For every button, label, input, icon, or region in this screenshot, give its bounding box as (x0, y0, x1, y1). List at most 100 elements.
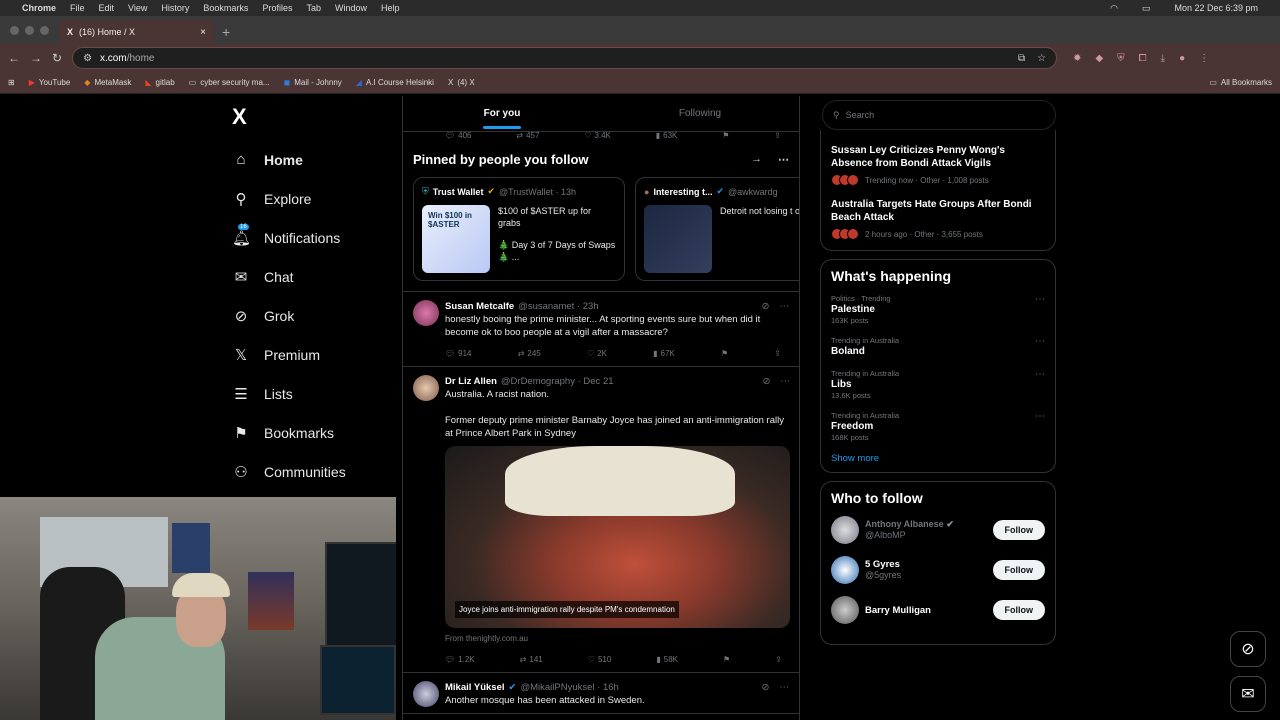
follow-button[interactable]: Follow (992, 600, 1045, 620)
extension-icon[interactable]: ✹ (1073, 53, 1081, 64)
puzzle-icon[interactable]: ⧠ (1139, 53, 1147, 64)
bookmark-icon[interactable]: ⚑ (721, 347, 728, 360)
tweet[interactable]: Dr Liz Allen @DrDemography · Dec 21 ⊘ ⋯ Aus… (403, 367, 799, 673)
minimize-window-button[interactable] (25, 25, 34, 35)
avatar[interactable] (413, 300, 439, 326)
pinned-card[interactable]: ⛨ Trust Wallet ✔ @TrustWallet · 13h Win $10… (413, 177, 625, 281)
news-item[interactable]: Australia Targets Hate Groups After Bond… (831, 198, 1045, 240)
grok-icon[interactable]: ⊘ (762, 681, 770, 694)
nav-notifications[interactable]: 🔔︎ 16 Notifications (222, 218, 400, 257)
like-button[interactable]: ♡ 3.4K (584, 131, 611, 140)
new-tab-button[interactable]: + (222, 24, 230, 40)
avatar[interactable] (413, 681, 439, 707)
follow-suggestion[interactable]: 5 Gyres @5gyres Follow (831, 556, 1045, 584)
news-item[interactable]: Sussan Ley Criticizes Penny Wong's Absen… (831, 144, 1045, 186)
bookmark-cyber-security[interactable]: ▭ cyber security ma... (189, 78, 270, 87)
link-source[interactable]: From thenightly.com.au (445, 632, 790, 645)
menu-profiles[interactable]: Profiles (262, 3, 292, 13)
forward-icon[interactable]: → (30, 51, 42, 65)
apps-grid-icon[interactable]: ⊞ (8, 78, 15, 87)
trend-item[interactable]: Trending in Australia Boland ⋯ (831, 336, 1045, 358)
more-icon[interactable]: ⋯ (1035, 336, 1045, 358)
back-icon[interactable]: ← (8, 51, 20, 65)
reload-icon[interactable]: ↻ (52, 51, 62, 65)
menu-file[interactable]: File (70, 3, 85, 13)
maximize-window-button[interactable] (40, 25, 49, 35)
more-icon[interactable]: ⋯ (1035, 294, 1045, 325)
like-button[interactable]: ♡ 2K (587, 347, 607, 360)
more-icon[interactable]: ⋯ (1035, 369, 1045, 400)
all-bookmarks[interactable]: ▭ All Bookmarks (1209, 78, 1272, 87)
nav-home[interactable]: ⌂ Home (222, 140, 400, 179)
tweet-author[interactable]: Dr Liz Allen (445, 375, 497, 388)
tweet-author[interactable]: Mikail Yüksel (445, 681, 505, 694)
avatar[interactable] (831, 596, 859, 624)
avatar[interactable] (831, 516, 859, 544)
bookmark-metamask[interactable]: ◆ MetaMask (84, 78, 131, 87)
clock[interactable]: Mon 22 Dec 6:39 pm (1174, 3, 1258, 13)
more-icon[interactable]: ⋯ (780, 681, 790, 694)
tab-following[interactable]: Following (601, 96, 799, 131)
repost-button[interactable]: ⇄ 457 (516, 131, 539, 140)
search-input[interactable]: ⚲ Search (822, 100, 1056, 130)
install-icon[interactable]: ⧉ (1018, 53, 1025, 64)
metamask-extension-icon[interactable]: ◆ (1095, 53, 1103, 64)
menu-history[interactable]: History (161, 3, 189, 13)
trend-item[interactable]: Politics · Trending Palestine 163K posts ⋯ (831, 294, 1045, 325)
nav-lists[interactable]: ☰ Lists (222, 374, 400, 413)
share-icon[interactable]: ⇪ (775, 653, 782, 666)
nav-bookmarks[interactable]: ⚑ Bookmarks (222, 413, 400, 452)
grok-icon[interactable]: ⊘ (762, 300, 770, 313)
tweet-handle[interactable]: @DrDemography · Dec 21 (501, 375, 614, 388)
bookmark-ai-course[interactable]: ◢ A.I Course Helsinki (356, 78, 434, 87)
more-icon[interactable]: ⋯ (781, 375, 791, 388)
trend-item[interactable]: Trending in Australia Libs 13.6K posts ⋯ (831, 369, 1045, 400)
menu-bookmarks[interactable]: Bookmarks (203, 3, 248, 13)
reply-button[interactable]: 💬︎ 914 (445, 347, 472, 360)
share-icon[interactable]: ⇪ (774, 131, 781, 140)
more-icon[interactable]: ⋯ (778, 153, 789, 166)
bookmark-icon[interactable]: ⚑ (723, 653, 730, 666)
bookmark-x[interactable]: X (4) X (448, 78, 475, 87)
app-menu[interactable]: Chrome (22, 3, 56, 13)
nav-communities[interactable]: ⚇ Communities (222, 452, 400, 491)
tweet-handle[interactable]: @susanamet · 23h (518, 300, 598, 313)
url-text[interactable]: x.com/home (100, 53, 154, 64)
tweet-handle[interactable]: @MikailPNyuksel · 16h (520, 681, 618, 694)
show-more-link[interactable]: Show more (831, 453, 1045, 464)
tweet[interactable]: Susan Metcalfe @susanamet · 23h ⊘ ⋯ honestl… (403, 292, 799, 367)
follow-button[interactable]: Follow (992, 560, 1045, 580)
avatar[interactable] (831, 556, 859, 584)
share-icon[interactable]: ⇪ (774, 347, 781, 360)
nav-premium[interactable]: 𝕏 Premium (222, 335, 400, 374)
tweet-author[interactable]: Susan Metcalfe (445, 300, 514, 313)
views-count[interactable]: ▮ 58K (656, 653, 678, 666)
repost-button[interactable]: ⇄ 245 (518, 347, 541, 360)
menu-tab[interactable]: Tab (306, 3, 321, 13)
menu-edit[interactable]: Edit (99, 3, 115, 13)
arrow-right-icon[interactable]: → (751, 153, 762, 166)
tweet-media-image[interactable]: Joyce joins anti-immigration rally despi… (445, 446, 790, 628)
tab-for-you[interactable]: For you (403, 96, 601, 131)
nav-chat[interactable]: ✉ Chat (222, 257, 400, 296)
download-icon[interactable]: ⤓ (1161, 53, 1165, 64)
grok-floating-button[interactable]: ⊘ (1230, 631, 1266, 667)
menu-window[interactable]: Window (335, 3, 367, 13)
menu-help[interactable]: Help (381, 3, 400, 13)
repost-button[interactable]: ⇄ 141 (520, 653, 543, 666)
pinned-card[interactable]: ● Interesting t... ✔ @awkwardg Detroit not … (635, 177, 799, 281)
more-icon[interactable]: ⋯ (780, 300, 790, 313)
bookmark-icon[interactable]: ⚑ (722, 131, 729, 140)
bookmark-youtube[interactable]: ▶ YouTube (29, 78, 71, 87)
site-info-icon[interactable]: ⚙ (83, 53, 92, 64)
follow-suggestion[interactable]: Anthony Albanese ✔ @AlboMP Follow (831, 516, 1045, 544)
views-count[interactable]: ▮ 67K (653, 347, 675, 360)
shield-extension-icon[interactable]: ⛨ (1117, 53, 1125, 64)
views-count[interactable]: ▮ 63K (656, 131, 678, 140)
more-icon[interactable]: ⋯ (1035, 411, 1045, 442)
bookmark-gitlab[interactable]: ◣ gitlab (145, 78, 174, 87)
browser-tab[interactable]: X (16) Home / X × (59, 20, 214, 44)
reply-button[interactable]: 💬︎ 1.2K (445, 653, 475, 666)
like-button[interactable]: ♡ 510 (588, 653, 612, 666)
wifi-icon[interactable]: ◠ (1110, 3, 1118, 14)
